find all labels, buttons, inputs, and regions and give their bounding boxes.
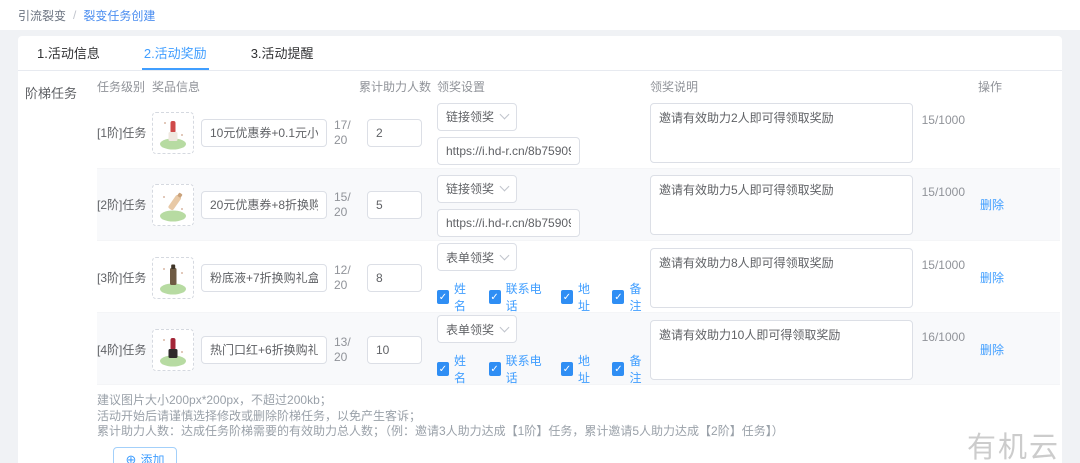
prize-image-upload[interactable] (152, 257, 194, 299)
table-row: [3阶]任务 12/20 (97, 241, 1060, 313)
description-char-count: 15/1000 (922, 258, 965, 272)
checkbox-remark[interactable]: 备注 (612, 280, 650, 314)
hint-note: 活动开始后请谨慎选择修改或删除阶梯任务，以免产生客诉； (97, 409, 1060, 425)
claim-description-textarea[interactable]: 邀请有效助力8人即可得领取奖励 (650, 248, 913, 308)
delete-row-button[interactable]: 删除 (980, 343, 1004, 357)
chevron-down-icon (500, 322, 510, 332)
checkbox-name[interactable]: 姓名 (437, 352, 475, 386)
plus-circle-icon: ⊕ (126, 453, 137, 463)
chevron-down-icon (500, 182, 510, 192)
claim-type-value: 表单领奖 (446, 321, 494, 338)
checked-checkbox-icon (561, 290, 573, 304)
ladder-task-section: 阶梯任务 任务级别 奖品信息 累计助力人数 领奖设置 领奖说明 操作 [1阶]任… (18, 71, 1062, 463)
add-task-button[interactable]: ⊕ 添加 (113, 447, 177, 463)
table-header-row: 任务级别 奖品信息 累计助力人数 领奖设置 领奖说明 操作 (97, 75, 1060, 97)
lipstick-image (155, 115, 191, 151)
claim-type-value: 表单领奖 (446, 249, 494, 266)
checked-checkbox-icon (437, 290, 449, 304)
table-row: [4阶]任务 13/20 (97, 313, 1060, 385)
prize-image-upload[interactable] (152, 112, 194, 154)
header-helpers-count: 累计助力人数 (357, 78, 437, 95)
cream-tube-image (155, 187, 191, 223)
checkbox-remark[interactable]: 备注 (612, 352, 650, 386)
claim-type-value: 链接领奖 (446, 180, 494, 197)
checked-checkbox-icon (612, 290, 624, 304)
form-field-checkboxes: 姓名 联系电话 地址 备注 (437, 352, 650, 386)
claim-url-input[interactable] (437, 209, 580, 237)
form-field-checkboxes: 姓名 联系电话 地址 备注 (437, 280, 650, 314)
hint-note: 累计助力人数：达成任务阶梯需要的有效助力总人数；（例：邀请3人助力达成【1阶】任… (97, 424, 1060, 440)
claim-url-input[interactable] (437, 137, 580, 165)
section-label: 阶梯任务 (25, 75, 97, 463)
dark-lipstick-image (155, 332, 191, 368)
checkbox-phone[interactable]: 联系电话 (489, 352, 547, 386)
helpers-count-input[interactable] (367, 336, 422, 364)
task-level-label: [3阶]任务 (97, 269, 152, 286)
checkbox-address[interactable]: 地址 (561, 352, 599, 386)
delete-row-button[interactable]: 删除 (980, 271, 1004, 285)
description-char-count: 15/1000 (922, 185, 965, 199)
checked-checkbox-icon (561, 362, 573, 376)
foundation-bottle-image (155, 260, 191, 296)
prize-char-count: 13/20 (334, 335, 357, 365)
claim-type-select[interactable]: 链接领奖 (437, 175, 517, 203)
helpers-count-input[interactable] (367, 191, 422, 219)
claim-type-select[interactable]: 链接领奖 (437, 103, 517, 131)
prize-name-input[interactable] (201, 336, 327, 364)
claim-type-select[interactable]: 表单领奖 (437, 315, 517, 343)
breadcrumb: 引流裂变 / 裂变任务创建 (0, 0, 1080, 30)
claim-type-select[interactable]: 表单领奖 (437, 243, 517, 271)
step-tabs: 1.活动信息 2.活动奖励 3.活动提醒 (18, 36, 1062, 71)
prize-char-count: 15/20 (334, 190, 357, 220)
claim-type-value: 链接领奖 (446, 108, 494, 125)
description-char-count: 15/1000 (922, 113, 965, 127)
table-row: [1阶]任务 17/20 (97, 97, 1060, 169)
breadcrumb-current[interactable]: 裂变任务创建 (83, 7, 155, 24)
breadcrumb-parent[interactable]: 引流裂变 (18, 7, 66, 24)
prize-name-input[interactable] (201, 191, 327, 219)
task-level-label: [2阶]任务 (97, 196, 152, 213)
hint-note: 建议图片大小200px*200px，不超过200kb； (97, 393, 1060, 409)
task-table: 任务级别 奖品信息 累计助力人数 领奖设置 领奖说明 操作 [1阶]任务 (97, 75, 1060, 463)
page: { "breadcrumb": { "parent": "引流裂变", "sep… (0, 0, 1080, 463)
claim-description-textarea[interactable]: 邀请有效助力10人即可得领取奖励 (650, 320, 913, 380)
description-char-count: 16/1000 (922, 330, 965, 344)
breadcrumb-separator: / (73, 8, 76, 22)
hint-notes: 建议图片大小200px*200px，不超过200kb； 活动开始后请谨慎选择修改… (97, 393, 1060, 440)
task-level-label: [4阶]任务 (97, 341, 152, 358)
tab-activity-info[interactable]: 1.活动信息 (35, 36, 102, 70)
table-row: [2阶]任务 15/20 (97, 169, 1060, 241)
prize-char-count: 17/20 (334, 118, 357, 148)
claim-description-textarea[interactable]: 邀请有效助力5人即可得领取奖励 (650, 175, 913, 235)
prize-image-upload[interactable] (152, 184, 194, 226)
prize-char-count: 12/20 (334, 263, 357, 293)
task-level-label: [1阶]任务 (97, 124, 152, 141)
prize-name-input[interactable] (201, 119, 327, 147)
tab-activity-reminder[interactable]: 3.活动提醒 (249, 36, 316, 70)
chevron-down-icon (500, 250, 510, 260)
prize-name-input[interactable] (201, 264, 327, 292)
prize-image-upload[interactable] (152, 329, 194, 371)
checkbox-address[interactable]: 地址 (561, 280, 599, 314)
helpers-count-input[interactable] (367, 264, 422, 292)
delete-row-button[interactable]: 删除 (980, 198, 1004, 212)
header-task-level: 任务级别 (97, 78, 152, 95)
helpers-count-input[interactable] (367, 119, 422, 147)
main-card: 1.活动信息 2.活动奖励 3.活动提醒 阶梯任务 任务级别 奖品信息 累计助力… (18, 36, 1062, 463)
checked-checkbox-icon (489, 290, 501, 304)
header-actions: 操作 (965, 78, 1060, 95)
checkbox-phone[interactable]: 联系电话 (489, 280, 547, 314)
header-claim-description: 领奖说明 (650, 78, 965, 95)
add-task-label: 添加 (140, 451, 164, 463)
claim-description-textarea[interactable]: 邀请有效助力2人即可得领取奖励 (650, 103, 913, 163)
tab-activity-reward[interactable]: 2.活动奖励 (142, 36, 209, 70)
header-prize-info: 奖品信息 (152, 78, 357, 95)
checked-checkbox-icon (612, 362, 624, 376)
header-claim-settings: 领奖设置 (437, 78, 650, 95)
checked-checkbox-icon (489, 362, 501, 376)
chevron-down-icon (500, 110, 510, 120)
checkbox-name[interactable]: 姓名 (437, 280, 475, 314)
checked-checkbox-icon (437, 362, 449, 376)
